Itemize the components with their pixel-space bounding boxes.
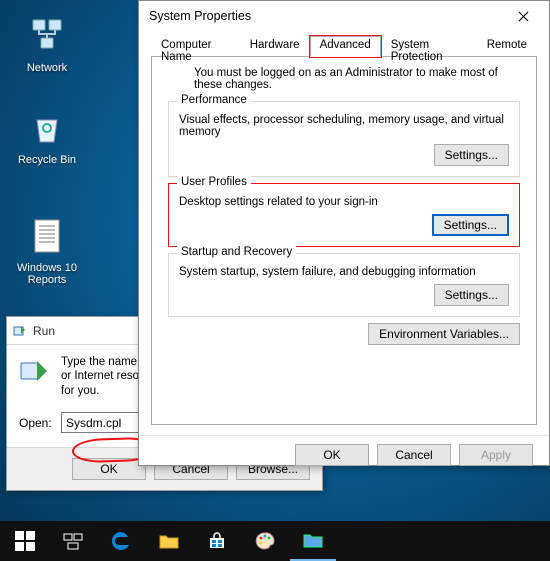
system-properties-tabs: Computer Name Hardware Advanced System P…	[151, 35, 537, 57]
group-desc: Visual effects, processor scheduling, me…	[179, 114, 509, 138]
task-view-button[interactable]	[50, 521, 96, 561]
explorer-window-button[interactable]	[290, 521, 336, 561]
run-title-text: Run	[33, 324, 55, 338]
document-icon	[25, 214, 69, 258]
task-view-icon	[62, 530, 84, 552]
store-icon	[206, 530, 228, 552]
admin-notice-text: You must be logged on as an Administrato…	[168, 67, 520, 91]
windows-logo-icon	[14, 530, 36, 552]
sysprop-apply-button[interactable]: Apply	[459, 444, 533, 466]
paint-button[interactable]	[242, 521, 288, 561]
sysprop-cancel-button[interactable]: Cancel	[377, 444, 451, 466]
tab-remote[interactable]: Remote	[477, 36, 537, 57]
group-user-profiles: User Profiles Desktop settings related t…	[168, 183, 520, 247]
start-button[interactable]	[2, 521, 48, 561]
sysprop-ok-button[interactable]: OK	[295, 444, 369, 466]
performance-settings-button[interactable]: Settings...	[434, 144, 509, 166]
run-ok-button[interactable]: OK	[72, 458, 146, 480]
group-desc: System startup, system failure, and debu…	[179, 266, 509, 278]
file-explorer-button[interactable]	[146, 521, 192, 561]
run-large-icon	[19, 355, 51, 387]
environment-variables-button[interactable]: Environment Variables...	[368, 323, 520, 345]
desktop-icon-network[interactable]: Network	[12, 14, 82, 74]
close-button[interactable]	[507, 4, 539, 28]
store-button[interactable]	[194, 521, 240, 561]
edge-icon	[110, 530, 132, 552]
desktop-icon-document[interactable]: Windows 10 Reports	[12, 214, 82, 286]
tab-computer-name[interactable]: Computer Name	[151, 36, 240, 57]
desktop-icon-label: Network	[12, 62, 82, 74]
desktop-icon-label: Windows 10 Reports	[12, 262, 82, 286]
group-startup-recovery: Startup and Recovery System startup, sys…	[168, 253, 520, 317]
user-profiles-settings-button[interactable]: Settings...	[432, 214, 509, 236]
recycle-bin-icon	[25, 106, 69, 150]
tab-advanced-label: Advanced	[320, 39, 371, 51]
group-performance: Performance Visual effects, processor sc…	[168, 101, 520, 177]
network-icon	[25, 14, 69, 58]
palette-icon	[254, 530, 276, 552]
group-legend: User Profiles	[177, 176, 251, 188]
group-desc: Desktop settings related to your sign-in	[179, 196, 509, 208]
desktop-icon-label: Recycle Bin	[12, 154, 82, 166]
close-icon	[518, 11, 529, 22]
startup-recovery-settings-button[interactable]: Settings...	[434, 284, 509, 306]
desktop-icon-recycle-bin[interactable]: Recycle Bin	[12, 106, 82, 166]
edge-browser-button[interactable]	[98, 521, 144, 561]
folder-open-icon	[302, 529, 324, 551]
run-open-label: Open:	[19, 416, 53, 430]
tab-hardware[interactable]: Hardware	[240, 36, 310, 57]
tab-content-advanced: You must be logged on as an Administrato…	[151, 57, 537, 425]
run-icon	[13, 324, 27, 338]
taskbar	[0, 521, 550, 561]
tab-system-protection[interactable]: System Protection	[381, 36, 477, 57]
system-properties-title-text: System Properties	[149, 9, 507, 23]
system-properties-title-bar[interactable]: System Properties	[139, 1, 549, 31]
group-legend: Startup and Recovery	[177, 246, 296, 258]
system-properties-dialog: System Properties Computer Name Hardware…	[138, 0, 550, 466]
tab-advanced[interactable]: Advanced	[310, 36, 381, 57]
group-legend: Performance	[177, 94, 251, 106]
folder-icon	[158, 530, 180, 552]
